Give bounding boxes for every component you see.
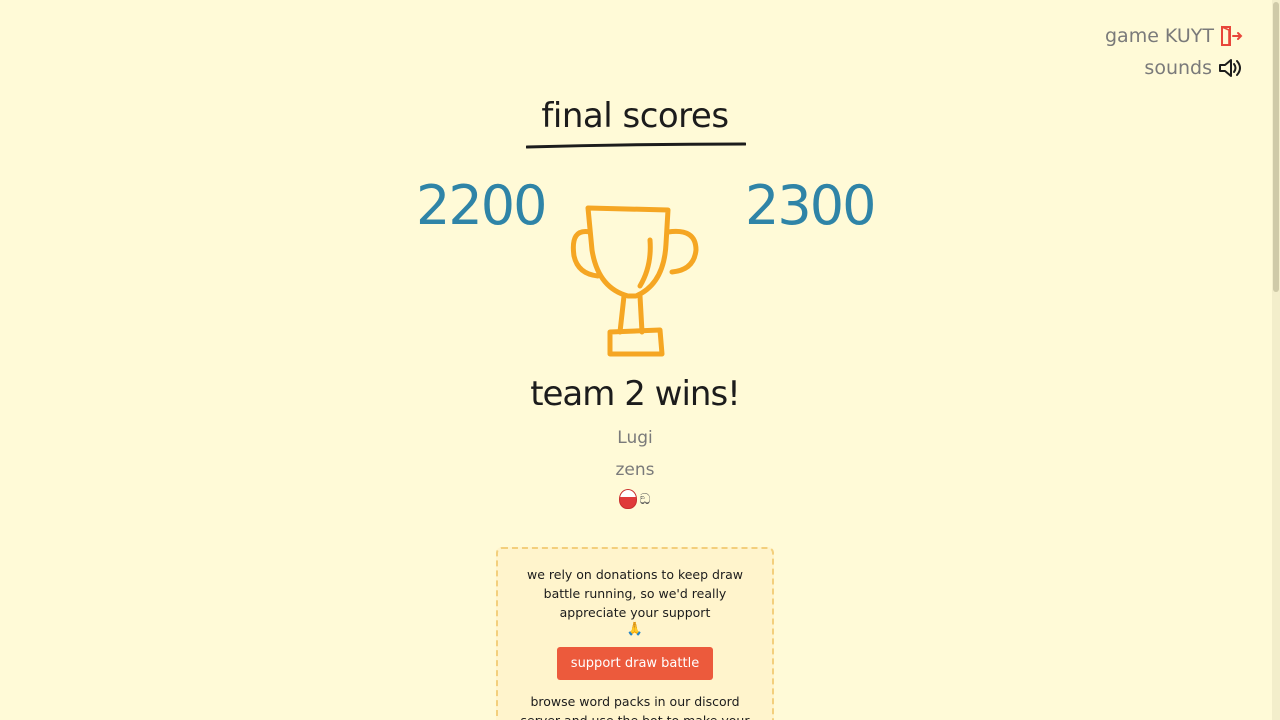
title-underline <box>526 142 746 149</box>
donation-message: we rely on donations to keep draw battle… <box>527 567 743 620</box>
page-title: final scores <box>541 96 729 136</box>
sounds-toggle[interactable]: sounds <box>1144 56 1244 80</box>
leave-game-button[interactable]: game KUYT <box>1105 24 1244 48</box>
top-controls: game KUYT sounds <box>1105 24 1244 80</box>
donation-text: we rely on donations to keep draw battle… <box>498 565 772 638</box>
support-button[interactable]: support draw battle <box>556 647 714 680</box>
speaker-icon <box>1218 57 1244 79</box>
team-2-score: 2300 <box>745 174 876 237</box>
discord-text: browse word packs in our discord server … <box>521 694 750 720</box>
exit-door-icon <box>1220 25 1244 47</box>
team-1-score: 2200 <box>416 174 547 237</box>
winning-player-1: Lugi <box>617 428 653 448</box>
trophy-icon <box>570 205 699 357</box>
ball-icon <box>619 489 638 509</box>
sounds-label: sounds <box>1144 57 1212 79</box>
pray-icon: 🙏 <box>626 622 644 637</box>
donation-box: we rely on donations to keep draw battle… <box>496 547 774 720</box>
winner-text: team 2 wins! <box>530 374 741 414</box>
final-scores-page: game KUYT sounds final scores 2200 2300 … <box>0 0 1280 720</box>
game-code-label: game KUYT <box>1104 25 1214 47</box>
scrollbar[interactable] <box>1272 0 1280 720</box>
player-emoji-row: ඞ <box>0 489 1270 509</box>
winning-player-2: zens <box>615 460 655 480</box>
amogus-glyph: ඞ <box>639 490 651 508</box>
scrollbar-thumb[interactable] <box>1273 2 1279 292</box>
